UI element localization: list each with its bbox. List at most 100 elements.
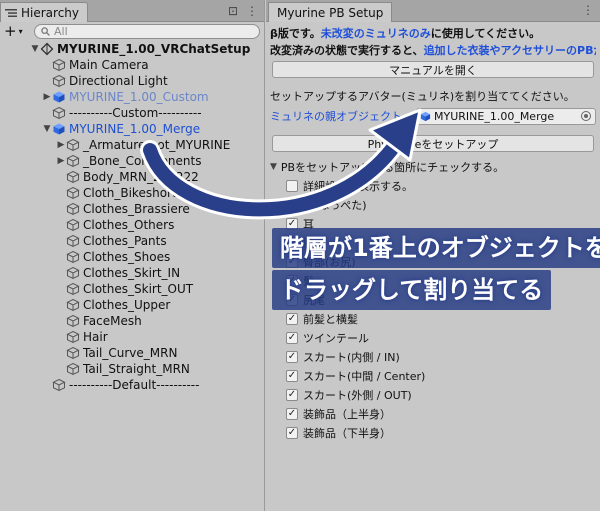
gameobject-cube-icon bbox=[66, 250, 80, 264]
gameobject-cube-icon bbox=[66, 314, 80, 328]
checkbox[interactable]: ✓ bbox=[286, 369, 298, 382]
hierarchy-row-label: MYURINE_1.00_VRChatSetup bbox=[57, 42, 251, 56]
hierarchy-row[interactable]: ▼ MYURINE_1.00_Merge bbox=[0, 121, 264, 137]
foldout-arrow-icon[interactable]: ▼ bbox=[42, 124, 52, 134]
hierarchy-row[interactable]: ▶ _Armatureroot_MYURINE bbox=[0, 137, 264, 153]
foldout-arrow-icon[interactable]: ▼ bbox=[30, 44, 40, 54]
add-object-button[interactable]: + ▾ bbox=[4, 22, 30, 40]
hierarchy-row-label: Directional Light bbox=[69, 74, 168, 88]
hierarchy-row[interactable]: Clothes_Skirt_IN bbox=[0, 265, 264, 281]
checkmark-icon: ✓ bbox=[287, 369, 297, 381]
parent-object-value: MYURINE_1.00_Merge bbox=[434, 109, 555, 123]
hierarchy-row-label: Main Camera bbox=[69, 58, 149, 72]
pb-target-label: スカート(内側 / IN) bbox=[303, 350, 400, 364]
hierarchy-row[interactable]: Tail_Curve_MRN bbox=[0, 345, 264, 361]
hierarchy-row[interactable]: Main Camera bbox=[0, 57, 264, 73]
object-picker-icon[interactable] bbox=[581, 111, 591, 121]
checkbox[interactable]: ✓ bbox=[286, 388, 298, 401]
checkmark-icon: ✓ bbox=[287, 388, 297, 400]
parent-object-field-row: ミュリネの親オブジェクト MYURINE_1.00_Merge bbox=[270, 107, 596, 125]
hierarchy-row[interactable]: Clothes_Upper bbox=[0, 297, 264, 313]
checkbox[interactable]: ✓ bbox=[286, 198, 298, 211]
setup-physbone-button[interactable]: PhysBoneをセットアップ bbox=[272, 135, 594, 152]
checkbox[interactable] bbox=[286, 179, 298, 192]
hierarchy-row[interactable]: Clothes_Brassiere bbox=[0, 201, 264, 217]
checkmark-icon: ✓ bbox=[287, 407, 297, 419]
hierarchy-row-label: ----------Custom---------- bbox=[69, 106, 202, 120]
hierarchy-row[interactable]: Directional Light bbox=[0, 73, 264, 89]
hierarchy-row-label: Clothes_Others bbox=[83, 218, 175, 232]
hierarchy-row-label: Clothes_Upper bbox=[83, 298, 171, 312]
hierarchy-row[interactable]: FaceMesh bbox=[0, 313, 264, 329]
hierarchy-row-label: Clothes_Skirt_IN bbox=[83, 266, 181, 280]
lock-icon[interactable]: ⊡ bbox=[228, 4, 238, 18]
hierarchy-row[interactable]: ----------Custom---------- bbox=[0, 105, 264, 121]
hierarchy-row[interactable]: Tail_Straight_MRN bbox=[0, 361, 264, 377]
checkbox[interactable]: ✓ bbox=[286, 350, 298, 363]
kebab-menu-icon[interactable]: ⋮ bbox=[246, 4, 258, 18]
hierarchy-row[interactable]: Clothes_Shoes bbox=[0, 249, 264, 265]
gameobject-cube-icon bbox=[52, 106, 66, 120]
annotation-line-1: 階層が1番上のオブジェクトを bbox=[272, 228, 600, 268]
hierarchy-row[interactable]: Cloth_Bikeshorts bbox=[0, 185, 264, 201]
checkbox[interactable]: ✓ bbox=[286, 426, 298, 439]
hierarchy-row-label: MYURINE_1.00_Custom bbox=[69, 90, 209, 104]
open-manual-button[interactable]: マニュアルを開く bbox=[272, 61, 594, 78]
annotation-line-2: ドラッグして割り当てる bbox=[272, 270, 552, 310]
foldout-arrow-icon[interactable]: ▶ bbox=[56, 156, 66, 166]
kebab-menu-icon[interactable]: ⋮ bbox=[582, 3, 594, 17]
hierarchy-tab[interactable]: Hierarchy bbox=[0, 2, 89, 22]
checkbox[interactable]: ✓ bbox=[286, 407, 298, 420]
checkmark-icon: ✓ bbox=[287, 331, 297, 343]
dropdown-arrow-icon: ▾ bbox=[18, 26, 23, 36]
gameobject-cube-icon bbox=[66, 154, 80, 168]
hierarchy-row-label: Clothes_Skirt_OUT bbox=[83, 282, 194, 296]
pb-target-label: 装飾品（下半身） bbox=[303, 426, 391, 440]
hierarchy-row[interactable]: Clothes_Pants bbox=[0, 233, 264, 249]
pb-target-toggle[interactable]: ✓ ツインテール bbox=[270, 328, 596, 347]
pb-target-label: 装飾品（上半身） bbox=[303, 407, 391, 421]
hierarchy-row[interactable]: Body_MRN_230222 bbox=[0, 169, 264, 185]
pb-target-toggle[interactable]: ✓ スカート(内側 / IN) bbox=[270, 347, 596, 366]
checkmark-icon: ✓ bbox=[287, 312, 297, 324]
beta-suffix: に使用してください。 bbox=[430, 27, 541, 40]
hierarchy-row-label: Body_MRN_230222 bbox=[83, 170, 199, 184]
hierarchy-row[interactable]: ▶ _Bone_Components bbox=[0, 153, 264, 169]
hierarchy-row[interactable]: Clothes_Others bbox=[0, 217, 264, 233]
hierarchy-row[interactable]: ----------Default---------- bbox=[0, 377, 264, 393]
hierarchy-row[interactable]: Hair bbox=[0, 329, 264, 345]
pb-target-toggle[interactable]: ✓ スカート(外側 / OUT) bbox=[270, 385, 596, 404]
foldout-arrow-icon[interactable]: ▶ bbox=[42, 92, 52, 102]
checkbox[interactable]: ✓ bbox=[286, 331, 298, 344]
hierarchy-row[interactable]: ▶ MYURINE_1.00_Custom bbox=[0, 89, 264, 105]
beta-highlight: 未改変のミュリネのみ bbox=[320, 27, 431, 40]
gameobject-cube-icon bbox=[66, 346, 80, 360]
pb-target-toggle[interactable]: ✓ 顔(ほっぺた) bbox=[270, 195, 596, 214]
search-icon bbox=[41, 26, 50, 36]
pb-target-label: 顔(ほっぺた) bbox=[303, 198, 367, 212]
pb-target-toggle[interactable]: ✓ 装飾品（上半身） bbox=[270, 404, 596, 423]
hierarchy-row[interactable]: ▼ MYURINE_1.00_VRChatSetup bbox=[0, 41, 264, 57]
detail-settings-toggle[interactable]: 詳細設定を表示する。 bbox=[270, 176, 596, 195]
checkmark-icon: ✓ bbox=[287, 217, 297, 229]
hierarchy-row-label: ----------Default---------- bbox=[69, 378, 200, 392]
pb-target-toggle[interactable]: ✓ スカート(中間 / Center) bbox=[270, 366, 596, 385]
parent-object-field[interactable]: MYURINE_1.00_Merge bbox=[416, 107, 596, 125]
hierarchy-panel: Hierarchy ⊡ ⋮ + ▾ All ▼ MYURINE_1.00_VRCh… bbox=[0, 0, 265, 511]
pb-targets-label: PBをセットアップする箇所にチェックする。 bbox=[280, 161, 505, 174]
hierarchy-row[interactable]: Clothes_Skirt_OUT bbox=[0, 281, 264, 297]
hierarchy-list-icon bbox=[5, 8, 17, 17]
foldout-arrow-icon[interactable]: ▶ bbox=[56, 140, 66, 150]
pb-setup-tab[interactable]: Myurine PB Setup bbox=[268, 2, 393, 22]
hierarchy-row-label: Tail_Curve_MRN bbox=[83, 346, 178, 360]
assign-prompt: セットアップするアバター(ミュリネ)を割り当ててください。 bbox=[270, 90, 575, 103]
checkbox[interactable]: ✓ bbox=[286, 312, 298, 325]
hierarchy-row-label: Clothes_Shoes bbox=[83, 250, 171, 264]
hierarchy-row-label: _Bone_Components bbox=[83, 154, 202, 168]
pb-target-label: スカート(中間 / Center) bbox=[303, 369, 426, 383]
pb-target-toggle[interactable]: ✓ 装飾品（下半身） bbox=[270, 423, 596, 442]
pb-targets-foldout[interactable]: ▼ PBをセットアップする箇所にチェックする。 bbox=[270, 158, 596, 176]
gameobject-cube-icon bbox=[66, 186, 80, 200]
checkmark-icon: ✓ bbox=[287, 426, 297, 438]
hierarchy-search-input[interactable]: All bbox=[34, 23, 260, 39]
